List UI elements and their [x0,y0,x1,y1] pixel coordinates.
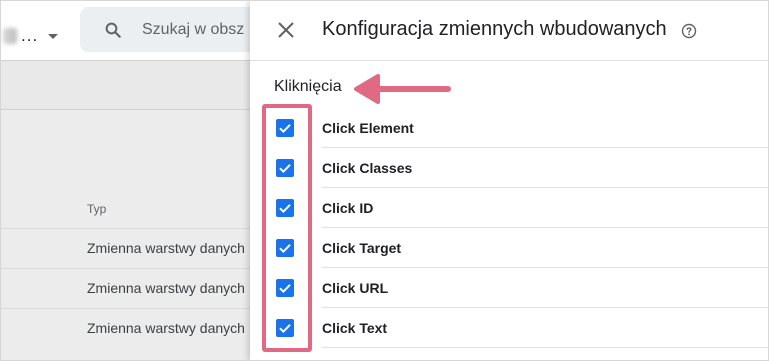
variable-item-click-target[interactable]: Click Target [250,228,769,268]
variable-label: Click Text [322,320,388,336]
section-title-clicks: Kliknięcia [274,78,342,95]
chevron-down-icon [48,33,59,39]
table-row[interactable]: Zmienna warstwy danych [0,308,260,349]
row-divider [322,347,769,348]
account-avatar [3,28,17,44]
variable-item-click-id[interactable]: Click ID [250,188,769,228]
panel-header: Konfiguracja zmiennych wbudowanych [250,0,769,61]
variable-label: Click Element [322,120,414,136]
account-selector[interactable]: ... [0,24,70,48]
table-cell-type: Zmienna warstwy danych [87,280,245,296]
variable-label: Click ID [322,200,374,216]
help-icon[interactable] [681,23,697,39]
variable-label: Click Target [322,240,402,256]
table-row[interactable]: Zmienna warstwy danych [0,228,260,269]
builtin-variables-panel: Konfiguracja zmiennych wbudowanych Klikn… [250,0,769,361]
table-cell-type: Zmienna warstwy danych [87,240,245,256]
table-row[interactable]: Zmienna warstwy danych [0,268,260,309]
account-name: ... [21,26,39,45]
table-cell-type: Zmienna warstwy danych [87,320,245,336]
highlight-box [262,104,312,352]
search-icon [105,22,121,38]
variable-item-click-text[interactable]: Click Text [250,308,769,348]
search-input[interactable]: Szukaj w obsz [142,21,244,39]
variable-label: Click Classes [322,160,413,176]
type-column-header: Typ [87,202,107,216]
arrow-annotation [354,74,451,104]
variable-item-click-url[interactable]: Click URL [250,268,769,308]
variable-item-click-classes[interactable]: Click Classes [250,148,769,188]
close-icon[interactable] [276,20,296,40]
panel-title: Konfiguracja zmiennych wbudowanych [322,18,667,40]
variable-label: Click URL [322,280,389,296]
variable-item-click-element[interactable]: Click Element [250,108,769,148]
